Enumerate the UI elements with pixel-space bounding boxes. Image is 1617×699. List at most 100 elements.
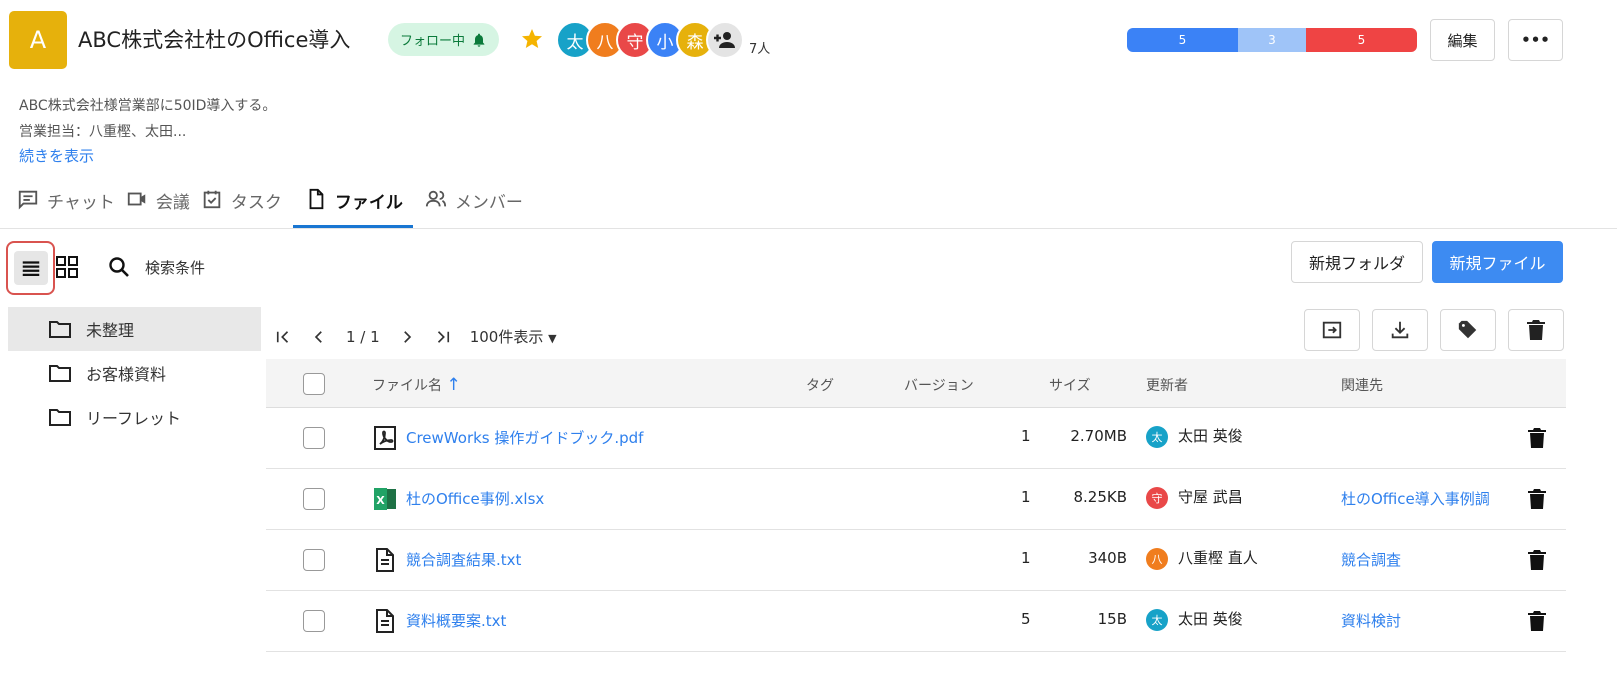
pager: 1 / 1 100件表示 ▼	[274, 326, 557, 347]
search-icon	[109, 257, 129, 277]
first-page-icon[interactable]	[274, 328, 292, 346]
folder-item[interactable]: リーフレット	[8, 395, 261, 439]
search-conditions-button[interactable]: 検索条件	[107, 255, 205, 279]
folder-item[interactable]: お客様資料	[8, 351, 261, 395]
list-icon	[22, 261, 39, 276]
row-checkbox[interactable]	[303, 427, 325, 449]
download-button[interactable]	[1372, 309, 1428, 351]
trash-icon[interactable]	[1528, 611, 1546, 631]
excel-icon: X	[374, 488, 396, 510]
version-cell: 1	[1021, 488, 1031, 506]
tab-label: メンバー	[454, 193, 523, 213]
updater-name: 太田 英俊	[1178, 427, 1243, 445]
row-checkbox[interactable]	[303, 488, 325, 510]
new-folder-button[interactable]: 新規フォルダ	[1291, 241, 1423, 283]
tab-bar: チャット 会議 タスク ファイル メンバー	[17, 188, 534, 228]
related-link[interactable]: 競合調査	[1341, 549, 1401, 570]
trash-icon	[1527, 320, 1545, 340]
list-view-toggle[interactable]	[6, 241, 55, 295]
task-icon	[203, 190, 221, 209]
move-button[interactable]	[1304, 309, 1360, 351]
tag-button[interactable]	[1440, 309, 1496, 351]
trash-icon[interactable]	[1528, 489, 1546, 509]
select-all-checkbox[interactable]	[303, 373, 325, 395]
file-icon	[309, 188, 324, 210]
related-link[interactable]: 杜のOffice導入事例調	[1341, 488, 1490, 509]
description-line: ABC株式会社様営業部に50ID導入する。	[19, 98, 277, 114]
grid-view-icon[interactable]	[55, 255, 79, 279]
avatar: 太	[1146, 608, 1168, 631]
folder-list: 未整理 お客様資料 リーフレット	[8, 307, 261, 439]
table-row[interactable]: 競合調査結果.txt 1 340B 八八重樫 直人 競合調査	[266, 530, 1566, 591]
updater-cell: 八八重樫 直人	[1146, 547, 1258, 570]
folder-item[interactable]: 未整理	[8, 307, 261, 351]
members-icon	[425, 190, 446, 207]
trash-icon[interactable]	[1528, 428, 1546, 448]
file-name-link[interactable]: CrewWorks 操作ガイドブック.pdf	[406, 427, 643, 448]
header-size: サイズ	[1049, 378, 1091, 394]
header-version: バージョン	[904, 378, 974, 394]
folder-name: お客様資料	[86, 365, 167, 384]
tab-members[interactable]: メンバー	[413, 188, 534, 228]
pdf-icon	[374, 426, 396, 450]
tab-label: ファイル	[334, 193, 403, 213]
task-status-bar[interactable]: 535	[1127, 28, 1417, 52]
status-segment[interactable]: 3	[1238, 28, 1306, 52]
tab-files[interactable]: ファイル	[292, 188, 413, 228]
more-button[interactable]: •••	[1508, 19, 1563, 61]
delete-selected-button[interactable]	[1508, 309, 1564, 351]
file-name-link[interactable]: 杜のOffice事例.xlsx	[406, 488, 544, 509]
table-header: ファイル名 ↑ タグ バージョン サイズ 更新者 関連先	[266, 359, 1566, 408]
project-description: ABC株式会社様営業部に50ID導入する。 営業担当：八重樫、太田...	[19, 93, 276, 145]
star-icon[interactable]	[520, 27, 544, 51]
project-title: ABC株式会社杜のOffice導入	[78, 28, 351, 52]
table-row[interactable]: CrewWorks 操作ガイドブック.pdf 1 2.70MB 太太田 英俊	[266, 408, 1566, 469]
tab-chat[interactable]: チャット	[17, 188, 126, 228]
row-checkbox[interactable]	[303, 610, 325, 632]
show-more-link[interactable]: 続きを表示	[19, 145, 94, 166]
version-cell: 1	[1021, 427, 1031, 445]
size-cell: 8.25KB	[1073, 488, 1127, 506]
trash-icon[interactable]	[1528, 550, 1546, 570]
row-checkbox[interactable]	[303, 549, 325, 571]
member-count[interactable]: 7人	[749, 38, 770, 57]
updater-cell: 太太田 英俊	[1146, 425, 1243, 448]
header-tag: タグ	[806, 378, 834, 394]
size-cell: 15B	[1097, 610, 1127, 628]
tab-meeting[interactable]: 会議	[126, 188, 201, 228]
bell-icon	[473, 33, 485, 47]
header-label: ファイル名	[372, 378, 442, 394]
follow-button[interactable]: フォロー中	[388, 23, 500, 56]
header-updater: 更新者	[1146, 378, 1188, 394]
per-page-select[interactable]: 100件表示 ▼	[470, 326, 557, 347]
new-file-button[interactable]: 新規ファイル	[1432, 241, 1563, 283]
text-file-icon	[376, 548, 394, 572]
table-row[interactable]: 資料概要案.txt 5 15B 太太田 英俊 資料検討	[266, 591, 1566, 652]
related-link[interactable]: 資料検討	[1341, 610, 1401, 631]
next-page-icon[interactable]	[398, 328, 416, 346]
prev-page-icon[interactable]	[310, 328, 328, 346]
last-page-icon[interactable]	[434, 328, 452, 346]
size-cell: 2.70MB	[1070, 427, 1127, 445]
folder-icon	[49, 321, 71, 338]
avatar: 八	[1146, 547, 1168, 570]
svg-text:X: X	[376, 494, 385, 507]
file-name-link[interactable]: 資料概要案.txt	[406, 610, 506, 631]
folder-name: 未整理	[86, 321, 135, 340]
table-row[interactable]: X 杜のOffice事例.xlsx 1 8.25KB 守守屋 武昌 杜のOffice導入事…	[266, 469, 1566, 530]
tab-label: 会議	[155, 193, 190, 213]
chat-icon	[18, 190, 38, 210]
folder-name: リーフレット	[86, 409, 182, 428]
header-file-name[interactable]: ファイル名 ↑	[372, 375, 461, 395]
status-segment[interactable]: 5	[1127, 28, 1238, 52]
chevron-down-icon: ▼	[548, 332, 557, 345]
tab-task[interactable]: タスク	[201, 188, 293, 228]
download-icon	[1391, 321, 1409, 339]
updater-name: 太田 英俊	[1178, 610, 1243, 628]
edit-button[interactable]: 編集	[1430, 19, 1495, 61]
add-member-icon[interactable]	[706, 21, 744, 59]
version-cell: 5	[1021, 610, 1031, 628]
member-avatars[interactable]: 太八守小森	[556, 21, 744, 59]
file-name-link[interactable]: 競合調査結果.txt	[406, 549, 521, 570]
status-segment[interactable]: 5	[1306, 28, 1417, 52]
